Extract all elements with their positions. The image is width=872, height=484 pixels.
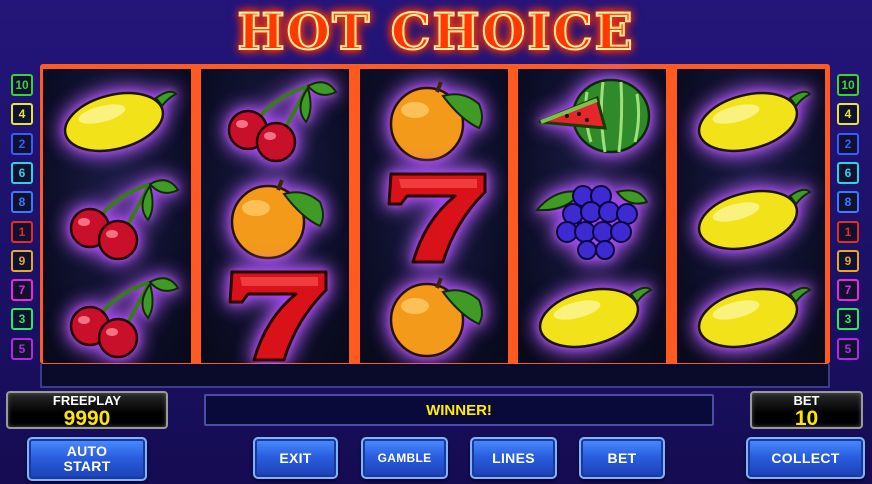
seven-symbol bbox=[360, 167, 508, 265]
lines-button[interactable]: LINES bbox=[470, 437, 557, 479]
auto-start-label-line2: START bbox=[63, 458, 111, 474]
credit-display: FREEPLAY 9990 bbox=[6, 391, 168, 430]
payline-badge[interactable]: 5 bbox=[837, 337, 859, 360]
game-title-text: HOT CHOICE bbox=[236, 1, 635, 62]
payline-badge[interactable]: 3 bbox=[837, 308, 859, 331]
seven-icon bbox=[228, 270, 328, 362]
payline-badge[interactable]: 6 bbox=[837, 161, 859, 184]
grapes-icon bbox=[534, 185, 649, 260]
cherry-symbol bbox=[43, 265, 191, 363]
bet-value: 10 bbox=[794, 407, 819, 430]
payline-badge[interactable]: 10 bbox=[11, 74, 33, 96]
orange-icon bbox=[389, 277, 483, 358]
seven-symbol bbox=[201, 265, 349, 363]
watermelon-icon bbox=[538, 78, 651, 154]
cherry-symbol bbox=[43, 167, 191, 265]
payline-badge[interactable]: 4 bbox=[11, 103, 33, 126]
lemon-symbol bbox=[677, 265, 825, 363]
collect-button-label: COLLECT bbox=[771, 449, 840, 466]
lemon-icon bbox=[697, 286, 812, 349]
reel-5 bbox=[677, 69, 825, 363]
gamble-button[interactable]: GAMBLE bbox=[361, 437, 448, 479]
cherry-icon bbox=[227, 81, 338, 163]
cherry-icon bbox=[69, 277, 180, 359]
lemon-symbol bbox=[518, 265, 666, 363]
lemon-icon bbox=[697, 188, 812, 251]
reel-2 bbox=[201, 69, 349, 363]
seven-icon bbox=[387, 172, 487, 264]
collect-button[interactable]: COLLECT bbox=[746, 437, 865, 479]
payline-badge[interactable]: 7 bbox=[837, 279, 859, 302]
orange-symbol bbox=[360, 69, 508, 167]
orange-icon bbox=[230, 179, 324, 260]
payline-badge[interactable]: 1 bbox=[837, 220, 859, 243]
lemon-symbol bbox=[677, 167, 825, 265]
reel-4 bbox=[518, 69, 666, 363]
exit-button-label: EXIT bbox=[279, 449, 312, 466]
payline-badge[interactable]: 3 bbox=[11, 308, 33, 331]
lemon-icon bbox=[697, 90, 812, 153]
credit-value: 9990 bbox=[63, 407, 111, 430]
payline-badge[interactable]: 2 bbox=[11, 132, 33, 155]
payline-badge[interactable]: 2 bbox=[837, 132, 859, 155]
bet-display: BET 10 bbox=[750, 391, 863, 430]
auto-start-button[interactable]: AUTO START bbox=[27, 437, 147, 481]
payline-badge[interactable]: 9 bbox=[837, 249, 859, 272]
orange-symbol bbox=[201, 167, 349, 265]
reels-frame bbox=[40, 64, 830, 364]
lemon-icon bbox=[538, 286, 653, 349]
lemon-symbol bbox=[43, 69, 191, 167]
cherry-symbol bbox=[201, 69, 349, 167]
grapes-symbol bbox=[518, 167, 666, 265]
message-text: WINNER! bbox=[426, 401, 492, 419]
reel-3 bbox=[360, 69, 508, 363]
orange-icon bbox=[389, 81, 483, 162]
orange-symbol bbox=[360, 265, 508, 363]
payline-badge[interactable]: 9 bbox=[11, 249, 33, 272]
payline-badge[interactable]: 7 bbox=[11, 279, 33, 302]
payline-badge[interactable]: 1 bbox=[11, 220, 33, 243]
payline-badge[interactable]: 8 bbox=[837, 191, 859, 214]
payline-badge[interactable]: 10 bbox=[837, 74, 859, 96]
lemon-icon bbox=[63, 90, 178, 153]
auto-start-label-line1: AUTO bbox=[66, 443, 108, 459]
lemon-symbol bbox=[677, 69, 825, 167]
game-title: HOT CHOICE bbox=[0, 1, 872, 62]
payline-badge[interactable]: 8 bbox=[11, 191, 33, 214]
payline-badge[interactable]: 5 bbox=[11, 337, 33, 360]
bet-button-label: BET bbox=[607, 449, 637, 466]
credit-label: FREEPLAY bbox=[52, 393, 122, 408]
bet-label: BET bbox=[793, 393, 820, 408]
gamble-button-label: GAMBLE bbox=[377, 450, 432, 465]
lines-button-label: LINES bbox=[492, 449, 535, 466]
payline-badge[interactable]: 6 bbox=[11, 161, 33, 184]
win-line-strip bbox=[40, 364, 830, 388]
watermelon-symbol bbox=[518, 69, 666, 167]
cherry-icon bbox=[69, 179, 180, 261]
reel-1 bbox=[43, 69, 191, 363]
bet-button[interactable]: BET bbox=[579, 437, 665, 479]
exit-button[interactable]: EXIT bbox=[253, 437, 338, 479]
payline-badge[interactable]: 4 bbox=[837, 103, 859, 126]
message-bar: WINNER! bbox=[204, 394, 714, 426]
